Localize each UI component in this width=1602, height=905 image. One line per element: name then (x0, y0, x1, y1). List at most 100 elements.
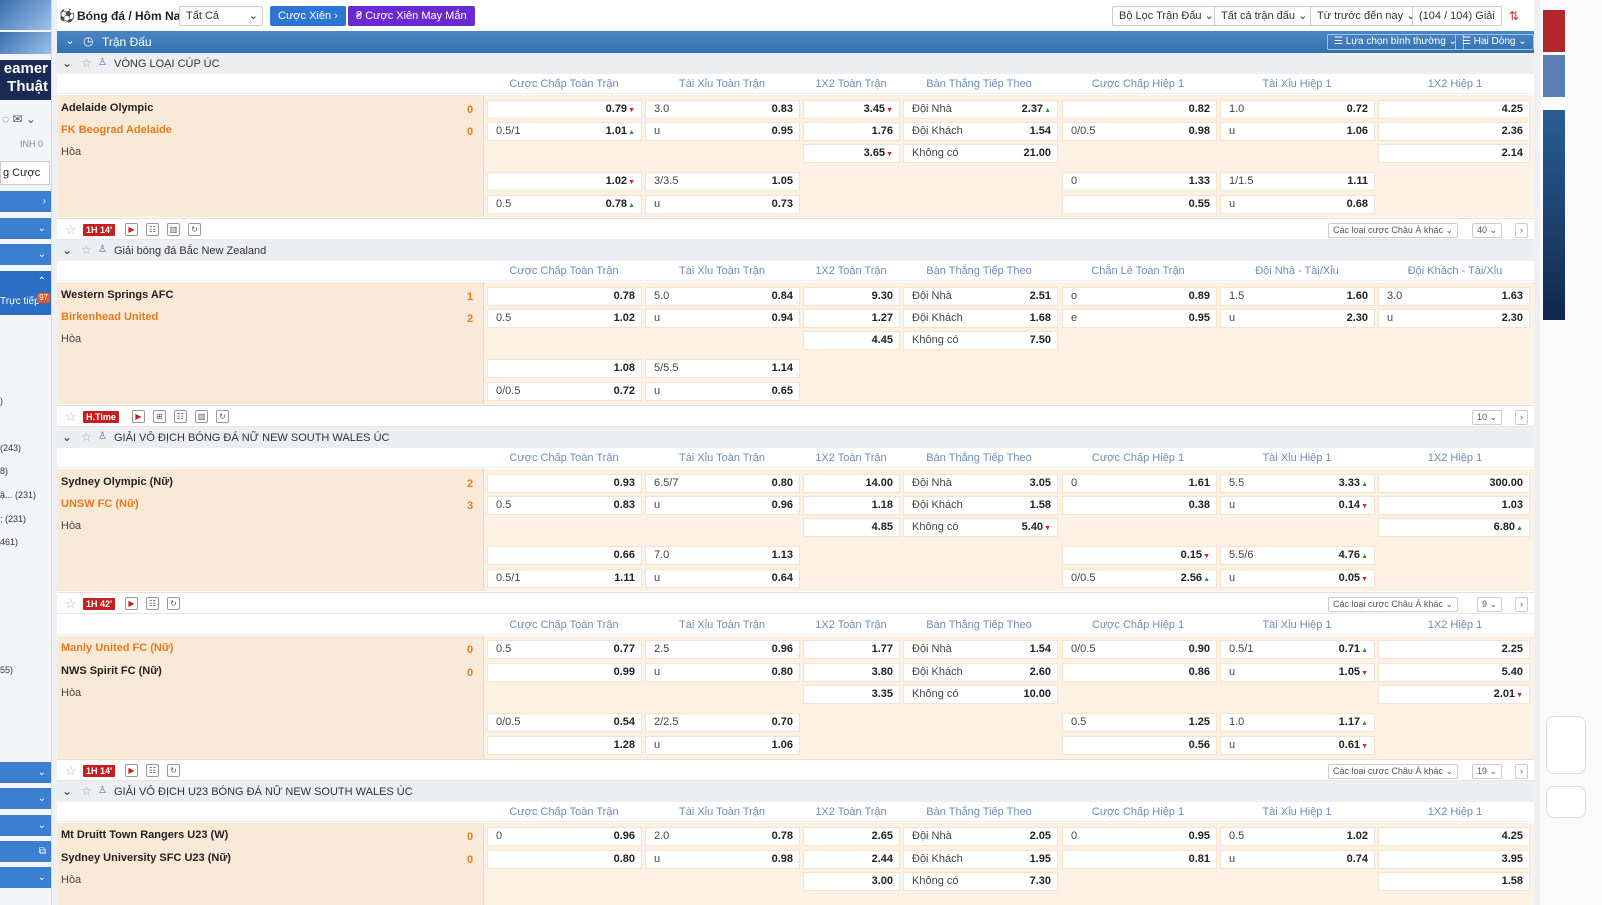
odds-cell[interactable]: 3.65▼ (803, 144, 900, 163)
odds-cell[interactable]: 2.25 (1378, 640, 1530, 659)
star-icon[interactable]: ☆ (65, 596, 77, 612)
odds-cell[interactable]: 0.55 (1062, 195, 1217, 214)
sport-count[interactable]: (243) (0, 443, 21, 453)
away-team[interactable]: NWS Spirit FC (Nữ) (61, 665, 162, 677)
odds-cell[interactable]: 5.5/6 4.76▲ (1220, 546, 1375, 565)
stats-icon[interactable]: ☷ (146, 597, 159, 610)
odds-cell[interactable]: u 0.64 (645, 569, 800, 588)
odds-cell[interactable]: 4.25 (1378, 100, 1530, 119)
odds-cell[interactable]: u 0.61▼ (1220, 736, 1375, 755)
play-icon[interactable]: ▶ (132, 410, 145, 423)
display-lines-button[interactable]: ☰ Hai Dòng ⌄ (1455, 34, 1534, 50)
play-icon[interactable]: ▶ (125, 223, 138, 236)
away-team[interactable]: Sydney University SFC U23 (Nữ) (61, 852, 231, 864)
odds-cell[interactable]: u 0.95 (645, 122, 800, 141)
odds-cell[interactable]: 0.86 (1062, 663, 1217, 682)
sport-count[interactable]: 55) (0, 665, 13, 675)
odds-cell[interactable]: 2.5 0.96 (645, 640, 800, 659)
refresh-icon[interactable]: ↻ (216, 410, 229, 423)
odds-cell[interactable]: 0.99 (487, 663, 642, 682)
odds-cell[interactable]: 0.38 (1062, 496, 1217, 515)
odds-cell[interactable]: 3.80 (803, 663, 900, 682)
odds-cell[interactable]: e 0.95 (1062, 309, 1217, 328)
sidebar-banner-image-2[interactable] (0, 32, 51, 54)
odds-cell[interactable]: 1.27 (803, 309, 900, 328)
next-button[interactable]: › (1515, 764, 1528, 779)
sidebar-icons[interactable]: ◌ ✉ ⌄ (2, 112, 36, 126)
sidebar-menu-1[interactable]: › (0, 191, 51, 212)
chart-icon[interactable]: ▥ (167, 223, 180, 236)
away-team[interactable]: Birkenhead United (61, 311, 158, 323)
odds-cell[interactable]: 0.78 (487, 287, 642, 306)
star-icon[interactable]: ☆ (65, 222, 77, 238)
chart-icon[interactable]: ▥ (195, 410, 208, 423)
sport-count[interactable]: ) (0, 396, 3, 406)
odds-cell[interactable]: Đội Nhà 2.51 (903, 287, 1058, 306)
chat-bubble[interactable] (1546, 716, 1586, 774)
odds-cell[interactable]: 0.80 (487, 850, 642, 869)
odds-cell[interactable]: u 0.74 (1220, 850, 1375, 869)
away-team[interactable]: UNSW FC (Nữ) (61, 498, 139, 510)
right-banner-image-3[interactable] (1543, 110, 1565, 320)
refresh-icon[interactable]: ↻ (167, 764, 180, 777)
odds-cell[interactable]: Đội Khách 1.95 (903, 850, 1058, 869)
odds-cell[interactable]: 3.0 1.63 (1378, 287, 1530, 306)
odds-cell[interactable]: 4.85 (803, 518, 900, 537)
sidebar-menu-5[interactable]: ⌄ (0, 788, 51, 809)
sport-count[interactable]: ậ... (231) (0, 490, 36, 500)
odds-cell[interactable]: u 0.73 (645, 195, 800, 214)
odds-cell[interactable]: 14.00 (803, 474, 900, 493)
odds-cell[interactable]: Đội Nhà 2.37▲ (903, 100, 1058, 119)
home-team[interactable]: Adelaide Olympic (61, 102, 153, 114)
odds-cell[interactable]: 0/0.5 0.72 (487, 382, 642, 401)
next-button[interactable]: › (1515, 223, 1528, 238)
more-bets-select[interactable]: Các loại cược Châu Á khác ⌄ (1327, 764, 1458, 779)
odds-cell[interactable]: 3.95 (1378, 850, 1530, 869)
odds-cell[interactable]: 300.00 (1378, 474, 1530, 493)
odds-cell[interactable]: 1.18 (803, 496, 900, 515)
odds-cell[interactable]: u 0.80 (645, 663, 800, 682)
away-team[interactable]: FK Beograd Adelaide (61, 124, 172, 136)
league-header[interactable]: ⌄ ☆ ♙ Giải bóng đá Bắc New Zealand (57, 240, 1534, 262)
odds-cell[interactable]: 0.5 1.02 (487, 309, 642, 328)
bet-count-select[interactable]: 40 ⌄ (1471, 223, 1502, 238)
odds-cell[interactable]: 5/5.5 1.14 (645, 359, 800, 378)
sport-count[interactable]: ; (231) (0, 514, 26, 524)
sidebar-banner-image[interactable] (0, 0, 51, 30)
odds-cell[interactable]: 1.0 1.17▲ (1220, 713, 1375, 732)
odds-cell[interactable]: 2.44 (803, 850, 900, 869)
sport-count[interactable]: 8) (0, 466, 8, 476)
odds-cell[interactable]: 0.5 1.02 (1220, 827, 1375, 846)
odds-cell[interactable]: u 0.14▼ (1220, 496, 1375, 515)
stats-icon[interactable]: ☷ (174, 410, 187, 423)
odds-cell[interactable]: 1.08 (487, 359, 642, 378)
odds-cell[interactable]: 3.00 (803, 872, 900, 891)
market-select[interactable]: Tất Cả ⌄ (179, 6, 263, 26)
odds-cell[interactable]: 0/0.5 2.56▲ (1062, 569, 1217, 588)
odds-cell[interactable]: 0.5/1 1.11 (487, 569, 642, 588)
star-icon[interactable]: ☆ (81, 784, 92, 798)
league-header[interactable]: ⌄ ☆ ♙ VÒNG LOẠI CÚP ÚC (57, 53, 1534, 75)
chevron-down-icon[interactable]: ⌄ (62, 243, 72, 257)
odds-cell[interactable]: Không có 7.50 (903, 331, 1058, 350)
star-icon[interactable]: ☆ (81, 430, 92, 444)
odds-cell[interactable]: 3.35 (803, 685, 900, 704)
odds-cell[interactable]: o 0.89 (1062, 287, 1217, 306)
odds-cell[interactable]: 5.0 0.84 (645, 287, 800, 306)
time-range-select[interactable]: Từ trước đến nay ⌄ (1310, 6, 1423, 26)
odds-cell[interactable]: 1.02▼ (487, 172, 642, 191)
star-icon[interactable]: ☆ (81, 243, 92, 257)
play-icon[interactable]: ▶ (125, 597, 138, 610)
odds-cell[interactable]: u 1.06 (645, 736, 800, 755)
odds-cell[interactable]: 1.28 (487, 736, 642, 755)
bet-count-select[interactable]: 9 ⌄ (1476, 597, 1502, 612)
odds-cell[interactable]: 2.0 0.78 (645, 827, 800, 846)
odds-cell[interactable]: Đội Nhà 2.05 (903, 827, 1058, 846)
odds-cell[interactable]: 2/2.5 0.70 (645, 713, 800, 732)
odds-cell[interactable]: 4.45 (803, 331, 900, 350)
odds-cell[interactable]: Không có 21.00 (903, 144, 1058, 163)
odds-cell[interactable]: 0.66 (487, 546, 642, 565)
odds-cell[interactable]: Không có 7.30 (903, 872, 1058, 891)
sidebar-menu-7[interactable]: ⧉ (0, 841, 51, 862)
odds-cell[interactable]: 0/0.5 0.98 (1062, 122, 1217, 141)
